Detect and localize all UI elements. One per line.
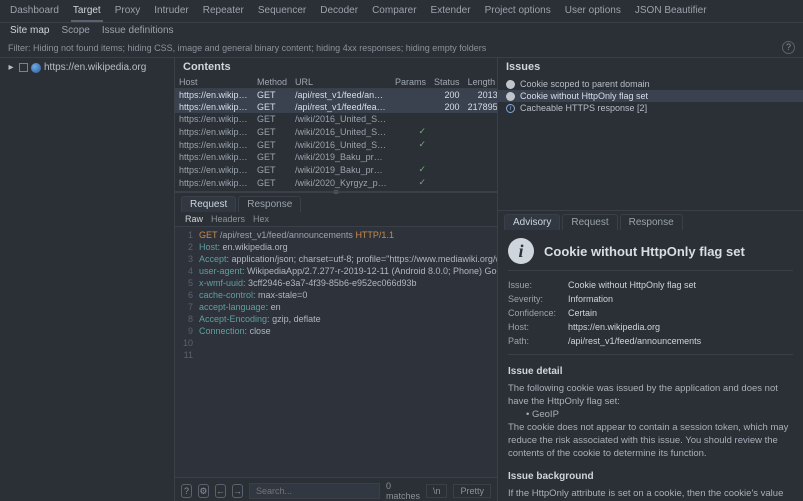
tree-root[interactable]: ▸ https://en.wikipedia.org [6, 62, 168, 73]
table-row[interactable]: https://en.wikipedia.orgGET/wiki/2016_Un… [175, 113, 497, 125]
view-hex[interactable]: Hex [253, 214, 269, 224]
issue-row[interactable]: Cookie scoped to parent domain [498, 78, 803, 90]
detail-p1: The following cookie was issued by the a… [508, 382, 793, 408]
tab-intruder[interactable]: Intruder [152, 3, 190, 22]
issue-background-heading: Issue background [508, 470, 793, 483]
tab-proxy[interactable]: Proxy [113, 3, 143, 22]
gear-icon[interactable]: ⚙ [198, 484, 209, 498]
pretty-toggle[interactable]: Pretty [453, 484, 491, 498]
filter-bar[interactable]: Filter: Hiding not found items; hiding C… [0, 38, 803, 58]
advisory-tab-advisory[interactable]: Advisory [504, 214, 560, 230]
meta-row: Severity:Information [508, 293, 793, 306]
view-headers[interactable]: Headers [211, 214, 245, 224]
tab-comparer[interactable]: Comparer [370, 3, 418, 22]
issues-list: Cookie scoped to parent domain Cookie wit… [498, 76, 803, 116]
advisory-tab-response[interactable]: Response [620, 214, 683, 230]
contents-table: HostMethodURLParamsStatusLengthMIhttps:/… [175, 76, 497, 191]
background-p: If the HttpOnly attribute is set on a co… [508, 487, 793, 501]
subtab-issue-definitions[interactable]: Issue definitions [102, 25, 174, 36]
low-severity-icon [506, 92, 515, 101]
col-url[interactable]: URL [291, 76, 391, 89]
issue-detail-heading: Issue detail [508, 365, 793, 378]
site-tree: ▸ https://en.wikipedia.org [0, 58, 175, 501]
subtab-site-map[interactable]: Site map [10, 25, 49, 36]
table-row[interactable]: https://en.wikipedia.orgGET/wiki/2016_Un… [175, 125, 497, 138]
info-severity-icon: i [506, 104, 515, 113]
tab-dashboard[interactable]: Dashboard [8, 3, 61, 22]
col-method[interactable]: Method [253, 76, 291, 89]
search-bar: ? ⚙ ← → 0 matches \n Pretty [175, 477, 497, 501]
tab-decoder[interactable]: Decoder [318, 3, 360, 22]
subtab-scope[interactable]: Scope [61, 25, 89, 36]
back-icon[interactable]: ← [215, 484, 226, 498]
contents-title: Contents [175, 58, 497, 76]
tree-root-label: https://en.wikipedia.org [44, 62, 146, 73]
info-icon: i [508, 238, 534, 264]
col-length[interactable]: Length [464, 76, 497, 89]
view-raw[interactable]: Raw [185, 214, 203, 224]
issue-label: Cookie scoped to parent domain [520, 79, 650, 89]
tab-project-options[interactable]: Project options [483, 3, 553, 22]
tab-user-options[interactable]: User options [563, 3, 623, 22]
meta-row: Issue:Cookie without HttpOnly flag set [508, 279, 793, 292]
globe-icon [31, 63, 41, 73]
chevron-right-icon[interactable]: ▸ [6, 62, 16, 73]
match-count: 0 matches [386, 481, 420, 501]
table-row[interactable]: https://en.wikipedia.orgGET/api/rest_v1/… [175, 101, 497, 113]
col-status[interactable]: Status [430, 76, 464, 89]
meta-row: Host:https://en.wikipedia.org [508, 321, 793, 334]
table-row[interactable]: https://en.wikipedia.orgGET/wiki/2019_Ba… [175, 163, 497, 176]
col-host[interactable]: Host [175, 76, 253, 89]
view-mode-tabs: Raw Headers Hex [175, 212, 497, 227]
tab-sequencer[interactable]: Sequencer [256, 3, 308, 22]
advisory-title: Cookie without HttpOnly flag set [544, 245, 745, 258]
table-row[interactable]: https://en.wikipedia.orgGET/api/rest_v1/… [175, 89, 497, 102]
newline-toggle[interactable]: \n [426, 484, 448, 498]
raw-request-view[interactable]: 1GET /api/rest_v1/feed/announcements HTT… [175, 227, 497, 477]
search-input[interactable] [249, 483, 380, 499]
col-params[interactable]: Params [391, 76, 430, 89]
tab-request[interactable]: Request [181, 196, 236, 212]
tab-json-beautifier[interactable]: JSON Beautifier [633, 3, 709, 22]
filter-text: Filter: Hiding not found items; hiding C… [8, 43, 486, 53]
issue-label: Cookie without HttpOnly flag set [520, 91, 648, 101]
table-row[interactable]: https://en.wikipedia.orgGET/wiki/2016_Un… [175, 138, 497, 151]
detail-p2: The cookie does not appear to contain a … [508, 421, 793, 460]
advisory-panel: i Cookie without HttpOnly flag set Issue… [498, 230, 803, 501]
help-icon[interactable]: ? [181, 484, 192, 498]
checkbox-icon[interactable] [19, 63, 28, 72]
issues-title: Issues [498, 58, 803, 76]
tab-target[interactable]: Target [71, 3, 103, 22]
help-icon[interactable]: ? [782, 41, 795, 54]
meta-row: Path:/api/rest_v1/feed/announcements [508, 335, 793, 348]
meta-row: Confidence:Certain [508, 307, 793, 320]
sub-tabs: Site map Scope Issue definitions [0, 23, 803, 38]
forward-icon[interactable]: → [232, 484, 243, 498]
issue-row[interactable]: i Cacheable HTTPS response [2] [498, 102, 803, 114]
low-severity-icon [506, 80, 515, 89]
tab-response[interactable]: Response [238, 196, 301, 212]
tab-repeater[interactable]: Repeater [201, 3, 246, 22]
tab-extender[interactable]: Extender [429, 3, 473, 22]
advisory-tabs: AdvisoryRequestResponse [498, 210, 803, 230]
table-row[interactable]: https://en.wikipedia.orgGET/wiki/2019_Ba… [175, 151, 497, 163]
issue-row[interactable]: Cookie without HttpOnly flag set [498, 90, 803, 102]
advisory-tab-request[interactable]: Request [562, 214, 617, 230]
detail-bullet: • GeoIP [526, 408, 793, 421]
horizontal-splitter[interactable] [175, 191, 497, 193]
issue-label: Cacheable HTTPS response [2] [520, 103, 647, 113]
top-tabs: Dashboard Target Proxy Intruder Repeater Sequ… [0, 0, 803, 23]
